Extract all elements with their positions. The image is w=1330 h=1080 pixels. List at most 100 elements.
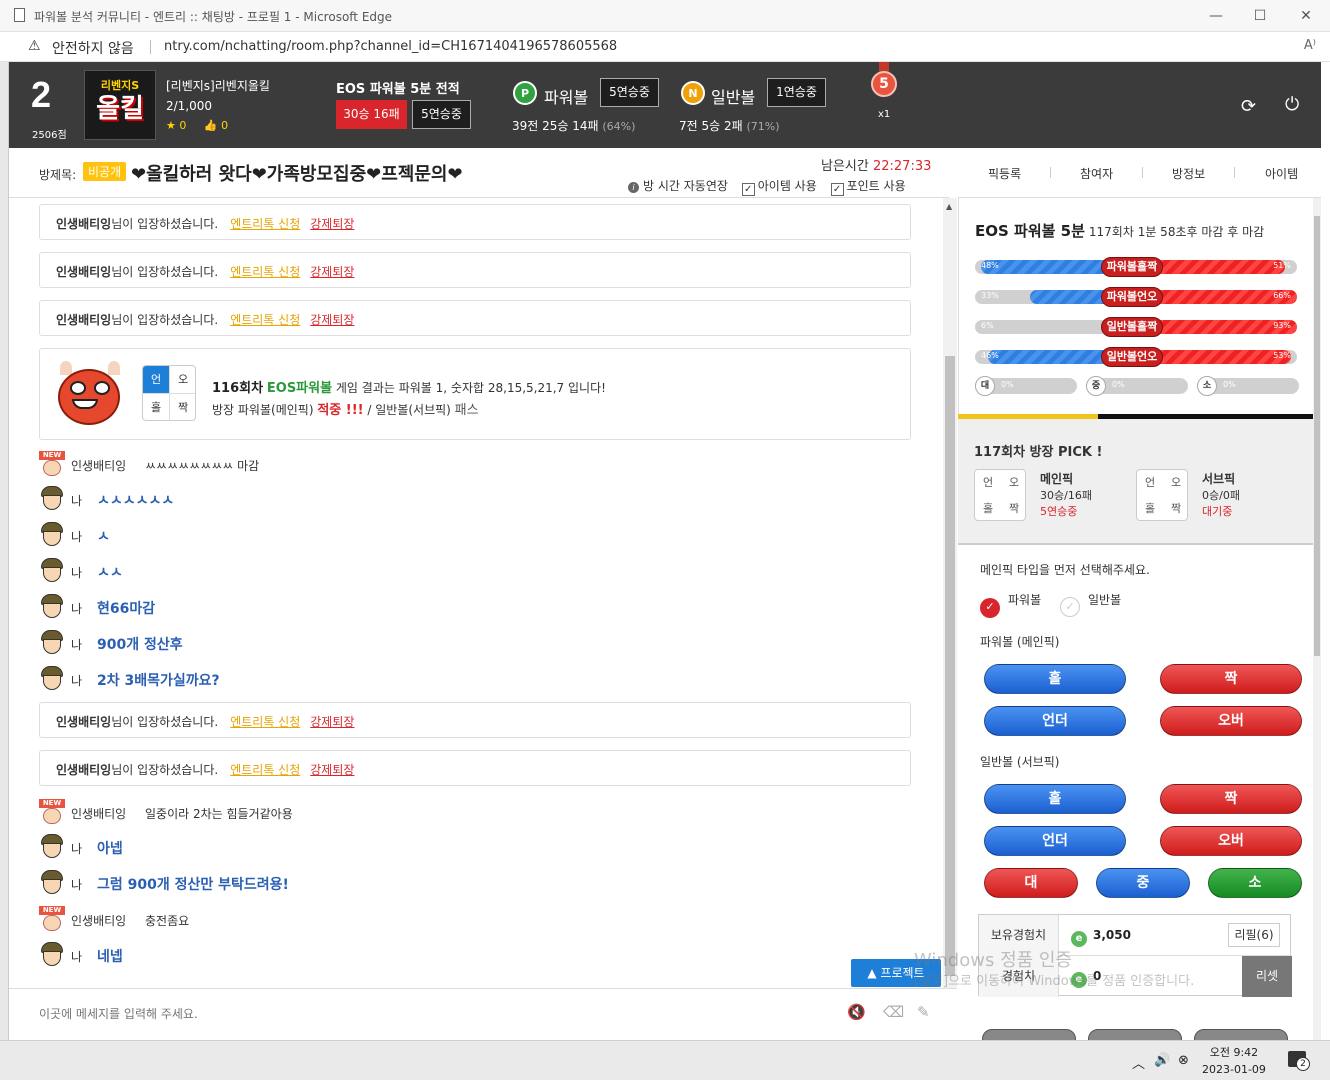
eraser-icon[interactable]: ⌫ (883, 1003, 904, 1021)
tab-participants[interactable]: 참여자 (1080, 165, 1113, 182)
refresh-icon[interactable]: ⟳ (1241, 96, 1256, 117)
volume-icon[interactable]: 🔊 (1154, 1053, 1170, 1068)
result-pick-grid: 언오홀짝 (142, 365, 196, 421)
rank-score: 2506점 (32, 130, 67, 141)
remaining-time-label: 남은시간 (821, 159, 869, 174)
chat-input[interactable] (39, 1007, 819, 1021)
result-summary: 방장 파워볼(메인픽) 적중 !!! / 일반볼(서브픽) 패스 (212, 399, 479, 418)
message-text: 충전좀요 (145, 914, 190, 928)
check-icon[interactable]: ✓ (1060, 597, 1080, 617)
entry-talk-request-link[interactable]: 엔트리톡 신청 (230, 265, 300, 279)
close-icon[interactable]: ✕ (1296, 6, 1316, 26)
chat-message: 나 ㅅㅅㅅㅅㅅㅅ (39, 484, 911, 514)
scrollbar-thumb[interactable] (1314, 216, 1320, 656)
chat-message: NEW 인생배티잉 충전좀요 (39, 904, 911, 934)
address-bar[interactable]: ⚠ 안전하지 않음 ntry.com/nchatting/room.php?ch… (0, 32, 1330, 62)
chevron-up-icon[interactable]: ︿ (1132, 1053, 1145, 1072)
message-text: 네넵 (97, 949, 123, 965)
grid-cell: 오 (1008, 476, 1020, 489)
avatar: NEW (39, 451, 65, 477)
nb-odd-button[interactable]: 홀 (984, 784, 1126, 814)
stat-right-pct: 66% (1273, 291, 1291, 300)
main-pick-name: 메인픽 (1040, 472, 1074, 486)
read-aloud-icon[interactable]: A⁾ (1304, 38, 1316, 53)
nb-over-button[interactable]: 오버 (1160, 826, 1302, 856)
reset-button[interactable]: 리셋 (1242, 956, 1292, 997)
stat-left-pct: 6% (981, 321, 994, 330)
entry-talk-request-link[interactable]: 엔트리톡 신청 (230, 715, 300, 729)
scroll-up-icon[interactable]: ▲ (946, 202, 952, 211)
entry-talk-request-link[interactable]: 엔트리톡 신청 (230, 313, 300, 327)
scrollbar-thumb[interactable] (945, 356, 955, 976)
normalball-rate: (71%) (746, 120, 780, 133)
auto-extend-option[interactable]: i 방 시간 자동연장 (628, 179, 728, 193)
pb-under-button[interactable]: 언더 (984, 706, 1126, 736)
kick-link[interactable]: 강제퇴장 (310, 763, 354, 777)
warning-icon[interactable]: ⚠ (28, 38, 44, 54)
insecure-label[interactable]: 안전하지 않음 (52, 38, 134, 58)
auto-extend-label: 방 시간 자동연장 (643, 179, 728, 193)
powerball-record: 39전 25승 14패 (64%) (512, 117, 635, 134)
chat-message: NEW 인생배티잉 일중이라 2차는 힘들거같아용 (39, 797, 911, 827)
mid-button[interactable]: 중 (1096, 868, 1190, 898)
pb-odd-button[interactable]: 홀 (984, 664, 1126, 694)
message-text: 2차 3배목가실까요? (97, 673, 220, 689)
tab-items[interactable]: 아이템 (1265, 165, 1298, 182)
minimize-icon[interactable]: — (1206, 6, 1226, 26)
message-text: ㅅㅅㅅㅅㅅㅅ (97, 493, 175, 509)
clock[interactable]: 오전 9:42 2023-01-09 (1202, 1044, 1266, 1078)
powerball-section-label: 파워볼 (메인픽) (980, 635, 1060, 649)
point-use-checkbox[interactable]: ✓ 포인트 사용 (830, 179, 906, 196)
pb-even-button[interactable]: 짝 (1160, 664, 1302, 694)
kick-link[interactable]: 강제퇴장 (310, 313, 354, 327)
entry-talk-request-link[interactable]: 엔트리톡 신청 (230, 217, 300, 231)
maximize-icon[interactable]: ☐ (1250, 6, 1270, 26)
message-sender: 나 (71, 674, 83, 688)
radio-normalball[interactable]: ✓ 일반볼 (1060, 591, 1121, 617)
avatar (39, 486, 65, 512)
system-text: 님이 입장하셨습니다. (111, 715, 219, 729)
chat-message: 나 그럼 900개 정산만 부탁드려용! (39, 868, 911, 898)
profile-header: 2 2506점 리벤지S 올킬 [리벤지s]리벤지올킬 2/1,000 ★ 0 … (9, 62, 1321, 148)
magic-wand-icon[interactable]: ✎ (917, 1003, 930, 1021)
chat-message: 나 2차 3배목가실까요? (39, 664, 911, 694)
pb-over-button[interactable]: 오버 (1160, 706, 1302, 736)
private-badge: 비공개 (83, 162, 127, 181)
refill-button[interactable]: 리필(6) (1228, 923, 1280, 947)
tab-room-info[interactable]: 방정보 (1172, 165, 1205, 182)
nb-under-button[interactable]: 언더 (984, 826, 1126, 856)
checkbox-icon[interactable]: ✓ (830, 183, 844, 196)
kick-link[interactable]: 강제퇴장 (310, 715, 354, 729)
xp-icon: e (1071, 931, 1087, 947)
item-use-checkbox[interactable]: ✓ 아이템 사용 (741, 179, 817, 196)
kick-link[interactable]: 강제퇴장 (310, 265, 354, 279)
chat-message: 나 네넵 (39, 940, 911, 970)
system-user: 인생배티잉 (56, 715, 112, 729)
chat-scrollbar[interactable]: ▲ (943, 198, 957, 988)
radio-powerball-label: 파워볼 (1008, 593, 1042, 607)
mini-bar-mid: 중 0% (1086, 376, 1188, 396)
kick-link[interactable]: 강제퇴장 (310, 217, 354, 231)
tab-pick-register[interactable]: 픽등록 (988, 165, 1021, 182)
chat-message: 나ㅅ (39, 520, 911, 550)
radio-powerball[interactable]: ✓ 파워볼 (980, 591, 1041, 618)
avatar: NEW (39, 799, 65, 825)
message-text: ㅅ (97, 529, 110, 545)
check-icon[interactable]: ✓ (980, 598, 1000, 618)
panel-scrollbar[interactable] (1313, 198, 1321, 1040)
message-text: 일중이라 2차는 힘들거같아용 (145, 807, 293, 821)
entry-talk-request-link[interactable]: 엔트리톡 신청 (230, 763, 300, 777)
url-text[interactable]: ntry.com/nchatting/room.php?channel_id=C… (164, 39, 617, 54)
checkbox-icon[interactable]: ✓ (741, 183, 755, 196)
big-button[interactable]: 대 (984, 868, 1078, 898)
message-sender: 나 (71, 494, 83, 508)
chat-message: 나 ㅅㅅ (39, 556, 911, 586)
power-icon[interactable]: ⏻ (1285, 94, 1299, 115)
mid-icon: 중 (1086, 376, 1106, 396)
network-icon[interactable]: ⊗ (1178, 1053, 1189, 1068)
nb-even-button[interactable]: 짝 (1160, 784, 1302, 814)
notification-icon[interactable]: 2 (1288, 1051, 1310, 1071)
mute-icon[interactable]: 🔇 (847, 1003, 866, 1021)
rank-number: 2 (31, 74, 52, 115)
small-button[interactable]: 소 (1208, 868, 1302, 898)
